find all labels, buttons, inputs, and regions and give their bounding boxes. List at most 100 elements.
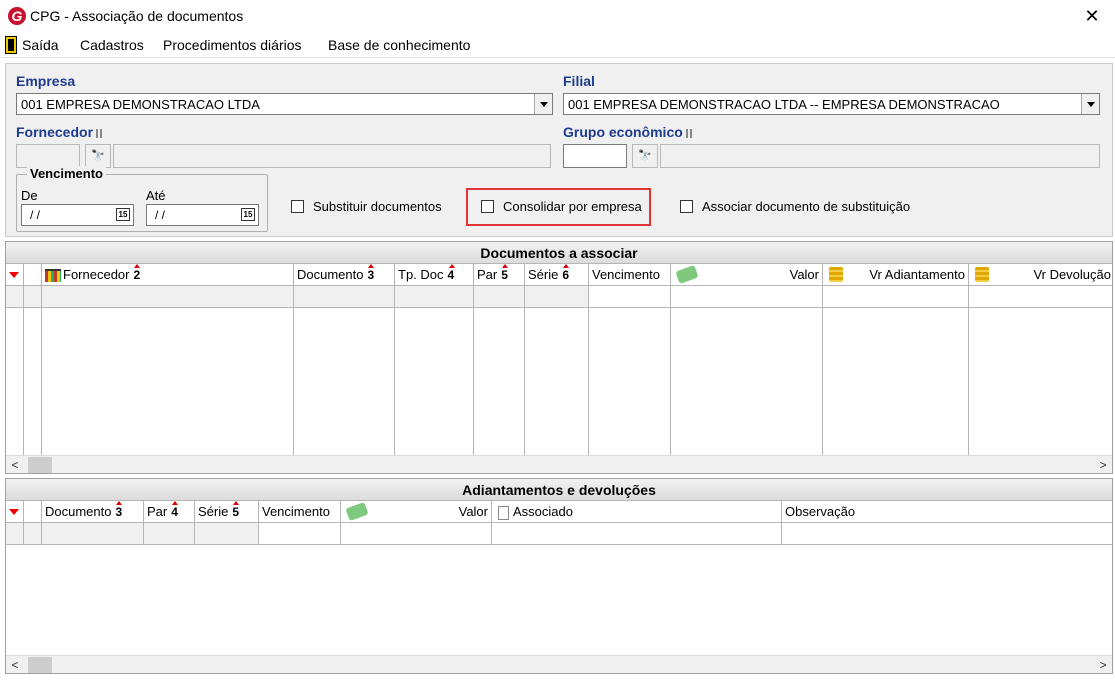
grid1-body[interactable]: < > xyxy=(6,286,1112,473)
associar-checkbox[interactable]: Associar documento de substituição xyxy=(680,199,910,214)
sort-order: 6 xyxy=(562,268,570,282)
col-tpdoc[interactable]: Tp. Doc 4 xyxy=(395,264,474,286)
menu-item-procedimentos[interactable]: Procedimentos diários xyxy=(163,37,302,53)
grupo-label-text: Grupo econômico xyxy=(563,124,683,140)
sort-order: 2 xyxy=(133,268,141,282)
sort-order: 3 xyxy=(115,505,123,519)
filial-select[interactable]: 001 EMPRESA DEMONSTRACAO LTDA -- EMPRESA… xyxy=(563,93,1100,115)
row-indicator-header xyxy=(24,501,42,523)
col-documento[interactable]: Documento 3 xyxy=(42,501,144,523)
grid-line xyxy=(491,523,492,545)
col-valor[interactable]: Valor xyxy=(341,501,492,523)
binoculars-icon[interactable]: 🔭 xyxy=(85,144,111,168)
grid2-body[interactable]: < > xyxy=(6,523,1112,673)
sort-down-icon xyxy=(9,272,19,278)
ate-label: Até xyxy=(146,188,166,203)
col-vr-adiantamento-label: Vr Adiantamento xyxy=(869,267,965,282)
col-fornecedor-label: Fornecedor xyxy=(63,267,130,282)
highlight-box xyxy=(466,188,651,226)
fornecedor-code-input[interactable] xyxy=(16,144,80,168)
grid2-caption: Adiantamentos e devoluções xyxy=(6,479,1112,501)
col-serie[interactable]: Série 5 xyxy=(195,501,259,523)
col-fornecedor[interactable]: Fornecedor 2 xyxy=(42,264,294,286)
ate-date-input[interactable]: / / 15 xyxy=(146,204,259,226)
grid-line xyxy=(41,286,42,473)
scroll-thumb[interactable] xyxy=(28,657,52,673)
empresa-value: 001 EMPRESA DEMONSTRACAO LTDA xyxy=(21,97,260,112)
grid-line xyxy=(822,286,823,473)
grid-line xyxy=(258,523,259,545)
grid-line xyxy=(194,523,195,545)
chevron-down-icon[interactable] xyxy=(534,94,552,114)
col-valor[interactable]: Valor xyxy=(671,264,823,286)
grupo-code-input[interactable] xyxy=(563,144,627,168)
menu-item-saida[interactable]: Saída xyxy=(22,37,59,53)
grid2-header: Documento 3 Par 4 Série 5 Vencimento Valor … xyxy=(6,501,1112,523)
fornecedor-label: Fornecedor xyxy=(16,124,103,140)
grid-line xyxy=(670,286,671,473)
grupo-name-input[interactable] xyxy=(660,144,1100,168)
chevron-down-icon[interactable] xyxy=(1081,94,1099,114)
money-icon xyxy=(675,264,699,285)
associar-label: Associar documento de substituição xyxy=(702,199,911,214)
vencimento-label: Vencimento xyxy=(27,166,106,181)
filter-row[interactable] xyxy=(6,286,1112,308)
col-par-label: Par xyxy=(477,267,498,282)
close-button[interactable]: ✕ xyxy=(1081,5,1103,27)
grid-line xyxy=(23,286,24,473)
col-par[interactable]: Par 4 xyxy=(144,501,195,523)
checkbox-box[interactable] xyxy=(291,200,304,213)
col-associado[interactable]: Associado xyxy=(492,501,782,523)
sort-down-icon xyxy=(9,509,19,515)
col-vr-devolucao[interactable]: Vr Devolução xyxy=(969,264,1112,286)
scroll-left-icon[interactable]: < xyxy=(6,656,24,673)
col-documento-label: Documento xyxy=(297,267,364,282)
de-date-value: / / xyxy=(30,208,41,222)
sort-indicator[interactable] xyxy=(6,264,24,286)
empresa-select[interactable]: 001 EMPRESA DEMONSTRACAO LTDA xyxy=(16,93,553,115)
grid-line xyxy=(41,523,42,545)
scroll-left-icon[interactable]: < xyxy=(6,456,24,473)
filter-row[interactable] xyxy=(6,523,1112,545)
horizontal-scrollbar[interactable]: < > xyxy=(6,655,1112,673)
grid-line xyxy=(394,286,395,473)
col-vencimento[interactable]: Vencimento xyxy=(259,501,341,523)
grid-line xyxy=(524,286,525,473)
scroll-right-icon[interactable]: > xyxy=(1094,456,1112,473)
menu-bar: Saída Cadastros Procedimentos diários Ba… xyxy=(0,32,1115,58)
fornecedor-label-text: Fornecedor xyxy=(16,124,94,140)
substituir-checkbox[interactable]: Substituir documentos xyxy=(291,199,442,214)
exit-icon[interactable] xyxy=(5,36,17,54)
col-vencimento-label: Vencimento xyxy=(592,267,660,282)
col-documento[interactable]: Documento 3 xyxy=(294,264,395,286)
checkbox-box[interactable] xyxy=(680,200,693,213)
menu-item-cadastros[interactable]: Cadastros xyxy=(80,37,144,53)
col-par[interactable]: Par 5 xyxy=(474,264,525,286)
window-title: CPG - Associação de documentos xyxy=(30,8,244,24)
menu-item-base-conhecimento[interactable]: Base de conhecimento xyxy=(328,37,470,53)
binoculars-icon[interactable]: 🔭 xyxy=(632,144,658,168)
sort-order: 4 xyxy=(447,268,455,282)
horizontal-scrollbar[interactable]: < > xyxy=(6,455,1112,473)
col-observacao[interactable]: Observação xyxy=(782,501,1112,523)
coins-icon xyxy=(975,267,989,282)
grid-line xyxy=(340,523,341,545)
col-serie-label: Série xyxy=(198,504,229,519)
col-valor-label: Valor xyxy=(458,504,488,519)
de-date-input[interactable]: / / 15 xyxy=(21,204,134,226)
col-serie[interactable]: Série 6 xyxy=(525,264,589,286)
calendar-icon[interactable]: 15 xyxy=(241,208,255,221)
sort-indicator[interactable] xyxy=(6,501,24,523)
col-vr-adiantamento[interactable]: Vr Adiantamento xyxy=(823,264,969,286)
col-documento-label: Documento xyxy=(45,504,112,519)
scroll-right-icon[interactable]: > xyxy=(1094,656,1112,673)
col-vencimento[interactable]: Vencimento xyxy=(589,264,671,286)
de-label: De xyxy=(21,188,38,203)
col-serie-label: Série xyxy=(528,267,559,282)
scroll-thumb[interactable] xyxy=(28,457,52,473)
calendar-icon[interactable]: 15 xyxy=(116,208,130,221)
col-observacao-label: Observação xyxy=(785,504,856,519)
coins-icon xyxy=(829,267,843,282)
col-tpdoc-label: Tp. Doc xyxy=(398,267,444,282)
fornecedor-name-input[interactable] xyxy=(113,144,551,168)
